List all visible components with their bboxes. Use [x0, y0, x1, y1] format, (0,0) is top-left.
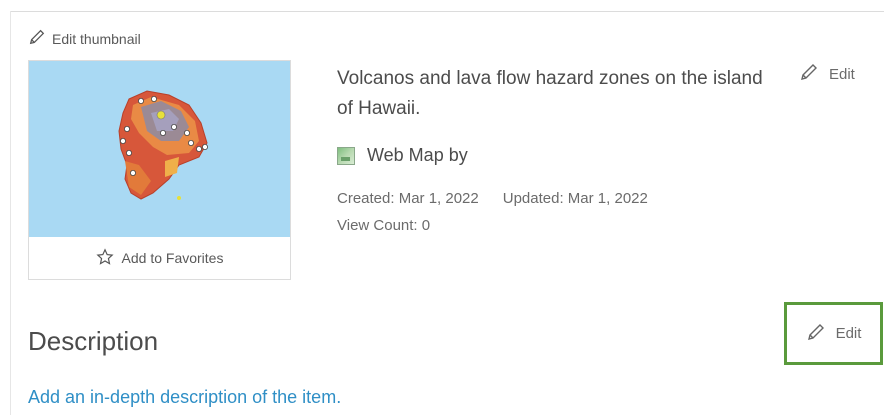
add-description-link[interactable]: Add an in-depth description of the item. [28, 387, 341, 408]
item-dates: Created: Mar 1, 2022 Updated: Mar 1, 202… [337, 190, 648, 207]
edit-description-button[interactable]: Edit [784, 302, 883, 365]
view-count: View Count: 0 [337, 217, 431, 234]
left-divider [10, 11, 11, 415]
created-date: Created: Mar 1, 2022 [337, 190, 479, 207]
top-divider [10, 11, 884, 12]
edit-summary-button[interactable]: Edit [799, 62, 855, 86]
description-heading: Description [28, 326, 159, 356]
thumbnail-image[interactable] [29, 61, 290, 237]
thumbnail-card: Add to Favorites [28, 60, 291, 280]
pencil-icon [806, 322, 826, 346]
add-to-favorites-label: Add to Favorites [121, 250, 224, 266]
item-type-row: Web Map by [337, 145, 468, 166]
edit-description-label: Edit [835, 325, 862, 342]
edit-summary-label: Edit [829, 65, 855, 83]
pencil-icon [28, 28, 46, 49]
star-outline-icon [95, 247, 114, 269]
add-to-favorites-button[interactable]: Add to Favorites [29, 237, 290, 279]
updated-date: Updated: Mar 1, 2022 [502, 190, 648, 207]
edit-thumbnail-label: Edit thumbnail [52, 30, 141, 47]
pencil-icon [799, 62, 819, 86]
edit-thumbnail-button[interactable]: Edit thumbnail [28, 28, 141, 49]
item-type-label: Web Map by [367, 145, 468, 165]
web-map-icon [337, 146, 355, 165]
item-title: Volcanos and lava flow hazard zones on t… [337, 68, 763, 119]
